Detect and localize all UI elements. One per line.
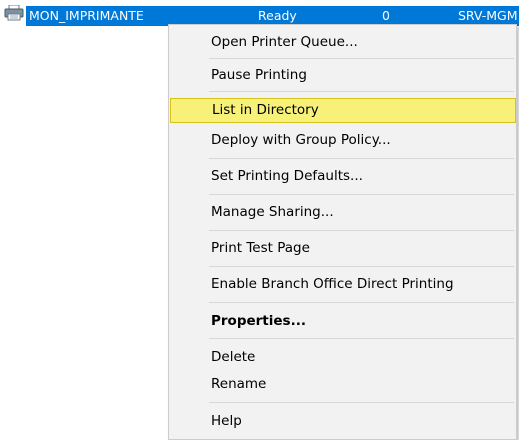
- menu-item-print-test-page[interactable]: Print Test Page: [169, 236, 516, 261]
- menu-separator: [209, 402, 514, 403]
- menu-item-set-printing-defaults[interactable]: Set Printing Defaults...: [169, 164, 516, 189]
- menu-item-rename[interactable]: Rename: [169, 372, 516, 397]
- menu-item-pause-printing[interactable]: Pause Printing: [169, 63, 516, 88]
- menu-separator: [209, 58, 514, 59]
- menu-separator: [209, 158, 514, 159]
- menu-item-enable-branch-office-direct-printing[interactable]: Enable Branch Office Direct Printing: [169, 272, 516, 297]
- printer-icon: [4, 5, 24, 21]
- menu-item-open-printer-queue[interactable]: Open Printer Queue...: [169, 30, 516, 55]
- printers-window: MON_IMPRIMANTE Ready 0 SRV-MGM Open Prin…: [0, 0, 519, 440]
- menu-item-manage-sharing[interactable]: Manage Sharing...: [169, 200, 516, 225]
- menu-separator: [209, 91, 514, 92]
- menu-item-help[interactable]: Help: [169, 409, 516, 434]
- menu-item-list-in-directory[interactable]: List in Directory: [170, 98, 516, 123]
- menu-item-properties[interactable]: Properties...: [169, 309, 516, 334]
- menu-item-delete[interactable]: Delete: [169, 345, 516, 370]
- printer-status: Ready: [258, 8, 297, 23]
- menu-separator: [209, 266, 514, 267]
- printer-server-name: SRV-MGM: [458, 8, 518, 23]
- printer-jobs-count: 0: [382, 8, 390, 23]
- printer-name: MON_IMPRIMANTE: [29, 8, 144, 23]
- menu-separator: [209, 230, 514, 231]
- context-menu: Open Printer Queue... Pause Printing Lis…: [168, 24, 517, 440]
- menu-separator: [209, 194, 514, 195]
- menu-separator: [209, 302, 514, 303]
- menu-item-deploy-with-group-policy[interactable]: Deploy with Group Policy...: [169, 128, 516, 153]
- menu-separator: [209, 338, 514, 339]
- printer-list-row[interactable]: MON_IMPRIMANTE Ready 0 SRV-MGM: [0, 0, 519, 26]
